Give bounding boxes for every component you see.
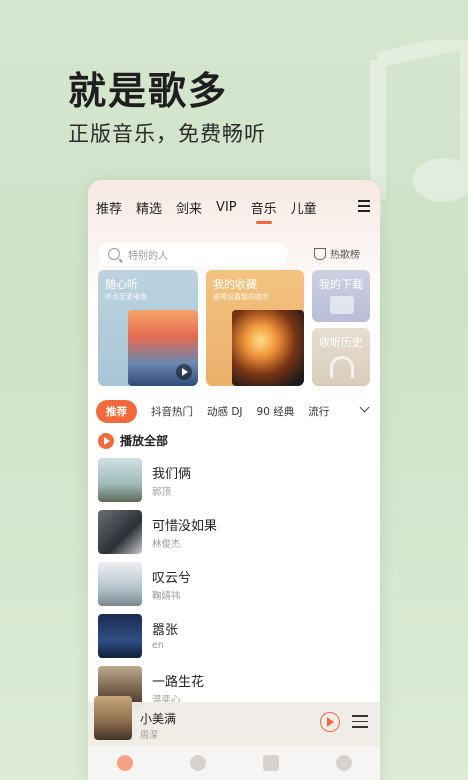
list-item[interactable]: 我们俩 郭顶 <box>98 458 368 502</box>
song-title: 可惜没如果 <box>152 519 218 534</box>
top-tabs: 推荐 精选 剑来 VIP 音乐 儿童 <box>96 198 372 217</box>
favorites-card[interactable]: 我的收藏 提得设置我的收听 <box>206 270 304 386</box>
mini-player[interactable]: 小美满 周深 <box>88 696 380 746</box>
genre-tabs: 推荐 抖音热门 动感 DJ 90 经典 流行 <box>96 400 372 423</box>
hot-chart-label: 热歌榜 <box>330 250 360 261</box>
list-item[interactable]: 嚣张 en <box>98 614 368 658</box>
genre-90s-classics[interactable]: 90 经典 <box>257 404 295 419</box>
play-icon[interactable] <box>176 364 192 380</box>
song-cover <box>98 614 142 658</box>
song-artist: 鞠婧祎 <box>152 591 181 602</box>
play-icon[interactable] <box>320 712 340 732</box>
song-artist: en <box>152 640 164 651</box>
random-listen-title: 随心听 <box>105 278 138 291</box>
home-icon[interactable] <box>116 755 133 771</box>
hero-subtitle: 正版音乐，免费畅听 <box>68 122 266 146</box>
download-folder-icon <box>330 296 354 314</box>
song-artist: 郭顶 <box>152 487 172 498</box>
search-icon <box>108 248 120 260</box>
menu-icon[interactable] <box>358 200 370 215</box>
downloads-card[interactable]: 我的下载 <box>312 270 370 322</box>
list-item[interactable]: 叹云兮 鞠婧祎 <box>98 562 368 606</box>
app-screen: 推荐 精选 剑来 VIP 音乐 儿童 特别的人 热歌榜 随心听 听点至爱电南 我… <box>88 180 380 780</box>
search-placeholder: 特别的人 <box>128 250 168 262</box>
genre-recommend[interactable]: 推荐 <box>96 400 137 423</box>
song-cover <box>98 562 142 606</box>
tab-jianlai[interactable]: 剑来 <box>176 198 202 217</box>
song-title: 叹云兮 <box>152 571 192 586</box>
play-all-label: 播放全部 <box>120 434 169 448</box>
library-icon[interactable] <box>262 755 279 771</box>
hot-chart-button[interactable]: 热歌榜 <box>314 246 360 261</box>
favorites-title: 我的收藏 <box>213 278 257 291</box>
genre-dj[interactable]: 动感 DJ <box>207 404 243 419</box>
chevron-down-icon[interactable] <box>359 402 370 413</box>
history-title: 收听历史 <box>319 336 363 349</box>
search-input[interactable]: 特别的人 <box>98 242 288 266</box>
headphone-icon <box>330 356 354 378</box>
random-listen-cover <box>128 310 198 386</box>
hero-title: 就是歌多 <box>68 69 229 113</box>
song-title: 一路生花 <box>152 675 205 690</box>
player-cover <box>94 696 132 740</box>
favorites-cover <box>232 310 304 386</box>
bottom-nav <box>88 746 380 780</box>
genre-douyin-hot[interactable]: 抖音热门 <box>151 404 193 419</box>
random-listen-subtitle: 听点至爱电南 <box>105 293 147 301</box>
history-card[interactable]: 收听历史 <box>312 328 370 386</box>
player-artist: 周深 <box>140 731 159 741</box>
random-listen-card[interactable]: 随心听 听点至爱电南 <box>98 270 198 386</box>
song-title: 我们俩 <box>152 467 192 482</box>
list-item[interactable]: 可惜没如果 林俊杰 <box>98 510 368 554</box>
song-cover <box>98 510 142 554</box>
song-title: 嚣张 <box>152 623 179 638</box>
discover-icon[interactable] <box>189 755 206 771</box>
favorites-subtitle: 提得设置我的收听 <box>213 293 269 301</box>
trophy-icon <box>314 247 326 260</box>
profile-icon[interactable] <box>335 755 352 771</box>
song-cover <box>98 458 142 502</box>
genre-pop[interactable]: 流行 <box>308 404 329 419</box>
playlist-icon[interactable] <box>352 715 368 732</box>
player-title: 小美满 <box>140 712 177 726</box>
tab-music[interactable]: 音乐 <box>251 198 277 217</box>
downloads-title: 我的下载 <box>319 278 363 291</box>
tab-recommend[interactable]: 推荐 <box>96 198 122 217</box>
tab-featured[interactable]: 精选 <box>136 198 162 217</box>
play-all-icon <box>98 432 114 449</box>
play-all-button[interactable]: 播放全部 <box>98 432 168 449</box>
tab-kids[interactable]: 儿童 <box>291 198 317 217</box>
tab-vip[interactable]: VIP <box>216 200 237 215</box>
song-artist: 林俊杰 <box>152 539 181 550</box>
